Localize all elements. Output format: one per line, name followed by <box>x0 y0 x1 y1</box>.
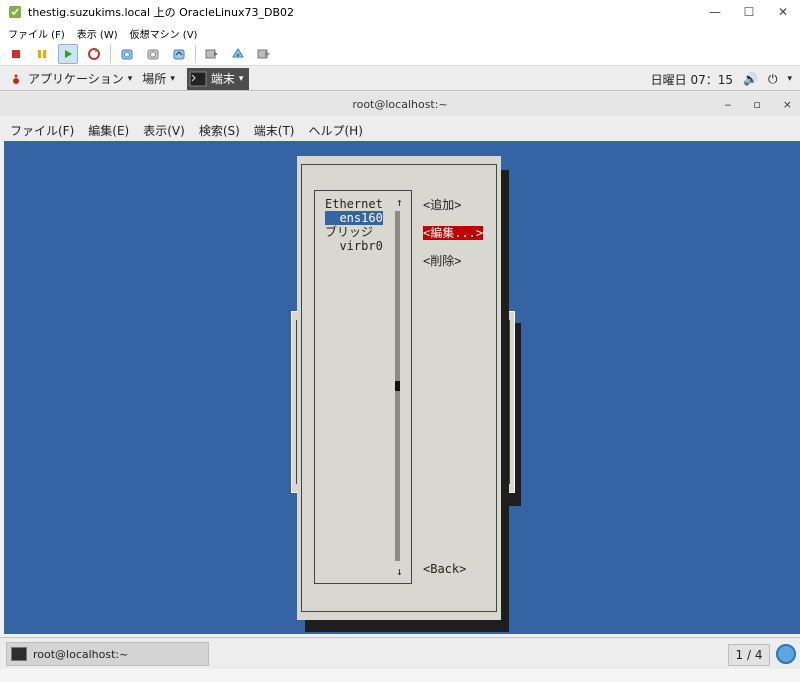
maximize-button[interactable]: ☐ <box>732 0 766 24</box>
terminal-task-label: 端末 <box>210 72 235 86</box>
menu-view[interactable]: 表示 (W) <box>77 26 118 41</box>
gnome-foot-icon <box>13 74 19 84</box>
back-button[interactable]: <Back> <box>423 562 466 576</box>
console-icon[interactable] <box>228 44 248 64</box>
chevron-down-icon: ▾ <box>238 73 244 84</box>
minimize-button[interactable]: — <box>698 0 732 24</box>
list-item[interactable]: virbr0 <box>325 239 382 253</box>
terminal-menu-view[interactable]: 表示(V) <box>143 122 185 139</box>
applications-menu[interactable]: アプリケーション ▾ <box>10 70 132 87</box>
list-item-selected[interactable]: ens160 <box>325 211 383 225</box>
edit-button[interactable]: <編集...> <box>423 226 484 240</box>
window-controls: — ☐ ✕ <box>698 0 800 24</box>
menu-file[interactable]: ファイル (F) <box>8 26 65 41</box>
gnome-top-panel: アプリケーション ▾ 場所 ▾ 端末 ▾ 日曜日 07：15 🔊 ⏻ ▾ <box>0 67 800 91</box>
volume-icon[interactable]: 🔊 <box>743 72 758 86</box>
scrollbar-thumb[interactable] <box>395 381 400 391</box>
send-keys-icon[interactable] <box>254 44 274 64</box>
power-icon[interactable]: ⏻ <box>768 72 778 87</box>
toolbar-separator <box>195 44 196 63</box>
vmware-app-icon <box>9 6 21 18</box>
terminal-title: root@localhost:~ <box>352 97 448 111</box>
terminal-menu-file[interactable]: ファイル(F) <box>10 122 74 139</box>
terminal-menu-help[interactable]: ヘルプ(H) <box>309 122 363 139</box>
terminal-window-controls: ‒ ▫ × <box>702 92 792 116</box>
menu-vm[interactable]: 仮想マシン (V) <box>130 26 198 41</box>
revert-snapshot-icon[interactable] <box>169 44 189 64</box>
screen: thestig.suzukims.local 上の OracleLinux73_… <box>0 0 800 682</box>
notification-icon[interactable] <box>776 644 796 664</box>
list-item[interactable]: Ethernet <box>325 197 383 211</box>
vm-toolbar <box>0 42 800 66</box>
scroll-up-arrow-icon[interactable]: ↑ <box>396 196 403 209</box>
vm-menubar: ファイル (F) 表示 (W) 仮想マシン (V) <box>0 24 800 42</box>
terminal-close-button[interactable]: × <box>783 98 792 111</box>
list-item[interactable]: ブリッジ <box>325 225 373 239</box>
gnome-bottom-panel: root@localhost:~ 1 / 4 <box>0 637 800 669</box>
chevron-down-icon: ▾ <box>170 73 175 84</box>
terminal-minimize-button[interactable]: ‒ <box>724 98 731 111</box>
delete-button[interactable]: <削除> <box>423 254 461 268</box>
toolbar-separator <box>110 44 111 63</box>
vm-status-strip <box>0 669 800 682</box>
pause-icon[interactable] <box>32 44 52 64</box>
terminal-icon <box>11 647 27 661</box>
nmtui-dialog: Ethernet ens160 ブリッジ virbr0 ↑ ↓ <追加> <編集… <box>297 156 501 620</box>
chevron-down-icon: ▾ <box>127 73 133 84</box>
vm-titlebar: thestig.suzukims.local 上の OracleLinux73_… <box>0 0 800 24</box>
terminal-menubar: ファイル(F) 編集(E) 表示(V) 検索(S) 端末(T) ヘルプ(H) <box>0 120 800 140</box>
add-button[interactable]: <追加> <box>423 198 461 212</box>
terminal-menu-search[interactable]: 検索(S) <box>199 122 240 139</box>
panel-status-area: 日曜日 07：15 🔊 ⏻ ▾ <box>641 67 792 91</box>
applications-label: アプリケーション <box>28 72 124 86</box>
terminal-titlebar: root@localhost:~ ‒ ▫ × <box>0 92 800 116</box>
taskbar-window-label: root@localhost:~ <box>33 647 129 661</box>
connection-list[interactable]: Ethernet ens160 ブリッジ virbr0 ↑ ↓ <box>314 190 412 584</box>
clock[interactable]: 日曜日 07：15 <box>651 71 733 88</box>
stop-icon[interactable] <box>6 44 26 64</box>
chevron-down-icon[interactable]: ▾ <box>787 74 792 84</box>
places-menu[interactable]: 場所 ▾ <box>142 70 175 87</box>
vm-window-title: thestig.suzukims.local 上の OracleLinux73_… <box>28 6 295 19</box>
places-label: 場所 <box>142 72 167 86</box>
reset-icon[interactable] <box>84 44 104 64</box>
taskbar-window-button[interactable]: root@localhost:~ <box>6 642 209 666</box>
terminal-app-menu[interactable]: 端末 ▾ <box>186 67 250 90</box>
terminal-menu-terminal[interactable]: 端末(T) <box>254 122 295 139</box>
terminal-menu-edit[interactable]: 編集(E) <box>88 122 129 139</box>
play-icon[interactable] <box>58 43 78 64</box>
terminal-maximize-button[interactable]: ▫ <box>753 98 760 111</box>
close-button[interactable]: ✕ <box>766 0 800 24</box>
scroll-down-arrow-icon[interactable]: ↓ <box>396 565 403 578</box>
snapshot-manager-icon[interactable] <box>143 44 163 64</box>
terminal-icon <box>189 71 207 86</box>
snapshot-icon[interactable] <box>117 44 137 64</box>
vm-settings-icon[interactable] <box>202 44 222 64</box>
workspace-switcher[interactable]: 1 / 4 <box>728 644 770 666</box>
